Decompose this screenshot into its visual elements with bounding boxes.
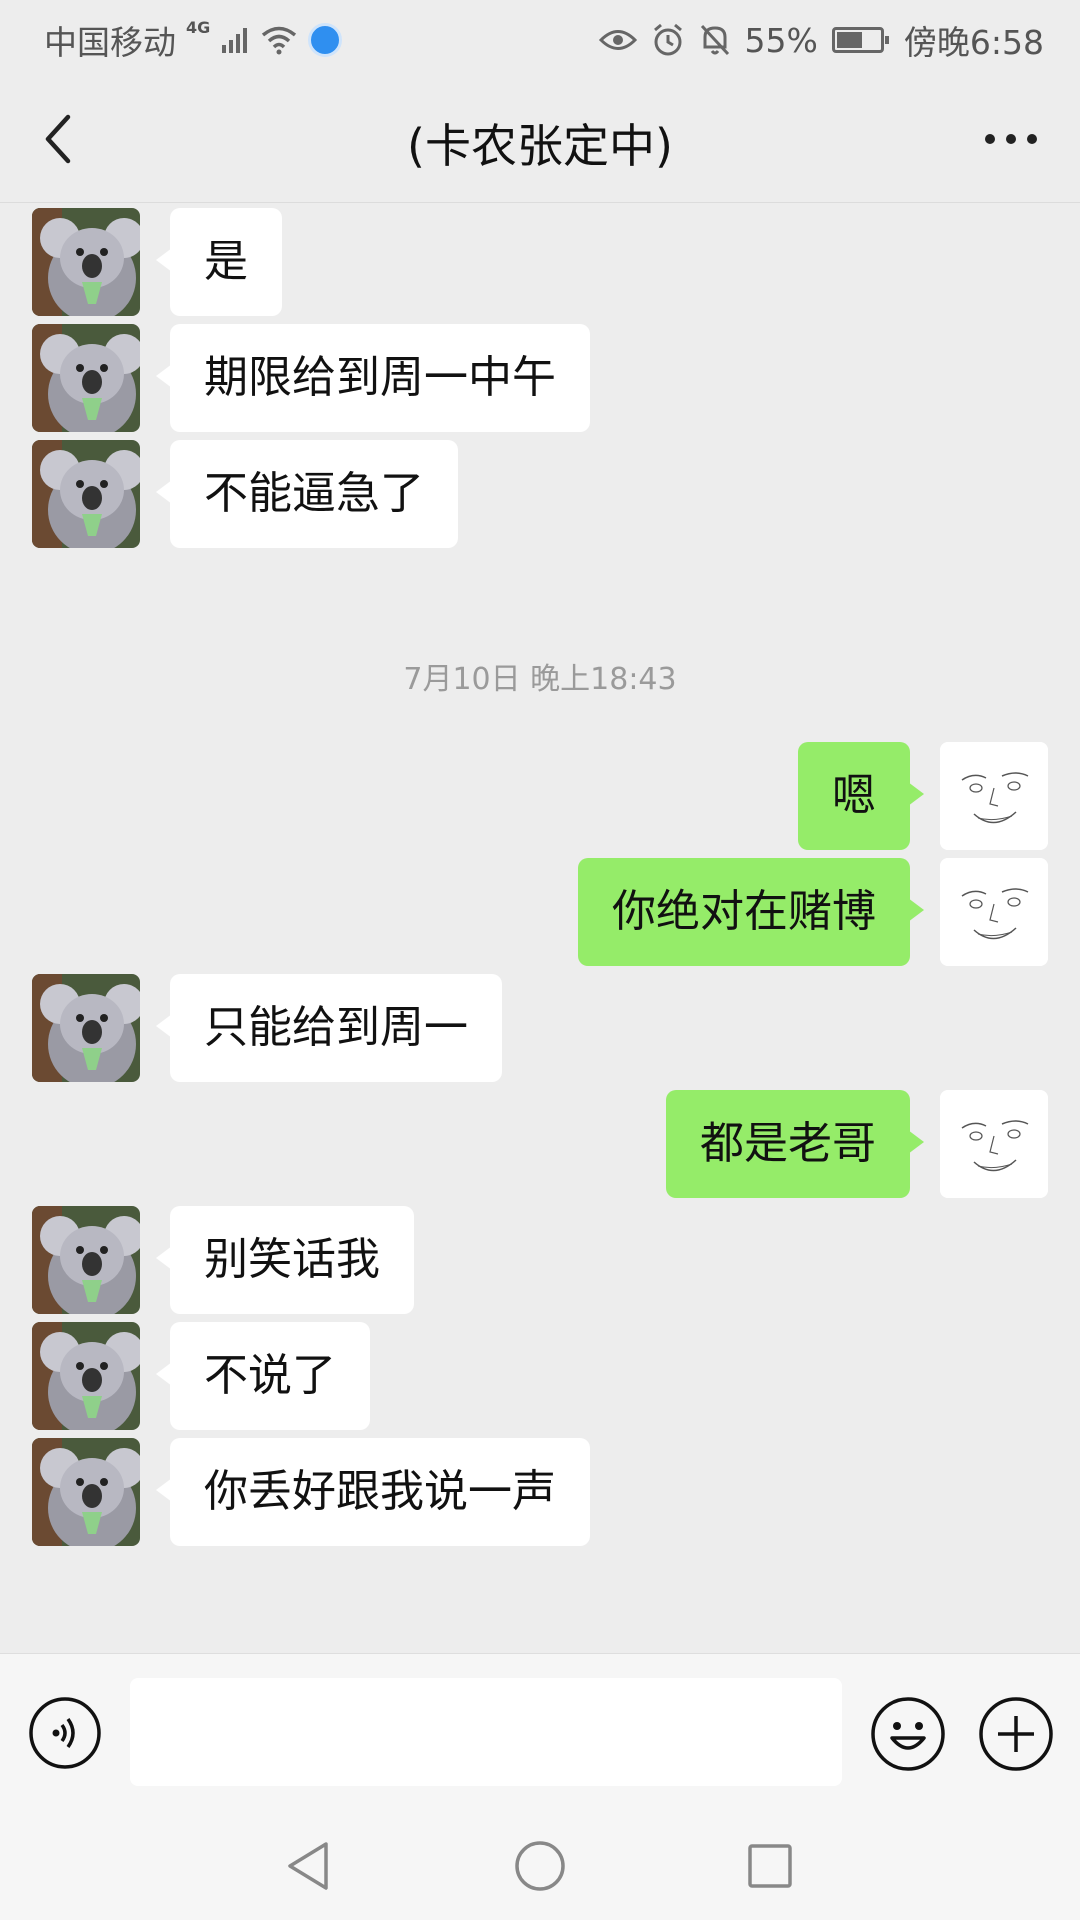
status-bar: 中国移动 4G 55% 傍晚6:58: [0, 0, 1080, 76]
battery-icon: [831, 27, 889, 53]
message-bubble[interactable]: 期限给到周一中午: [156, 324, 590, 432]
title-bar: (卡农张定中): [0, 76, 1080, 203]
message-row: 不说了: [0, 1319, 1080, 1430]
message-row: 别笑话我: [0, 1203, 1080, 1314]
status-left: 中国移动 4G: [44, 16, 343, 64]
koala-avatar[interactable]: [32, 440, 140, 548]
chat-title: (卡农张定中): [407, 119, 673, 173]
koala-avatar[interactable]: [32, 1322, 140, 1430]
koala-avatar[interactable]: [32, 324, 140, 432]
message-bubble[interactable]: 别笑话我: [156, 1206, 414, 1314]
triangle-back-icon: [288, 1842, 328, 1890]
circle-home-icon: [515, 1841, 565, 1891]
more-dots-icon: [985, 134, 1037, 144]
eye-icon: [598, 27, 637, 53]
more-actions-button[interactable]: [978, 1696, 1054, 1772]
koala-avatar[interactable]: [32, 1438, 140, 1546]
message-input[interactable]: [130, 1678, 842, 1786]
sketch-face-avatar[interactable]: [940, 742, 1048, 850]
network-type: 4G: [186, 18, 211, 37]
voice-button[interactable]: [28, 1696, 102, 1770]
message-bubble[interactable]: 你丢好跟我说一声: [156, 1438, 590, 1546]
message-row: 期限给到周一中午: [0, 321, 1080, 432]
message-row: 只能给到周一: [0, 971, 1080, 1082]
nav-home-button[interactable]: [512, 1838, 568, 1894]
browser-app-icon: [308, 23, 343, 57]
carrier-name: 中国移动: [44, 23, 176, 62]
square-recents-icon: [748, 1844, 792, 1888]
message-row: 嗯: [0, 739, 1080, 850]
message-bubble[interactable]: 是: [156, 208, 282, 316]
message-list[interactable]: 是 期限给到周一中午 不能逼急了 7月10日 晚上18:43 嗯 你绝对在赌博 …: [0, 203, 1080, 1653]
koala-avatar[interactable]: [32, 974, 140, 1082]
message-row: 你绝对在赌博: [0, 855, 1080, 966]
wifi-icon: [260, 25, 298, 55]
nav-back-button[interactable]: [282, 1838, 338, 1894]
message-bubble[interactable]: 嗯: [798, 742, 924, 850]
sketch-face-avatar[interactable]: [940, 858, 1048, 966]
koala-avatar[interactable]: [32, 1206, 140, 1314]
sketch-face-avatar[interactable]: [940, 1090, 1048, 1198]
message-bubble[interactable]: 都是老哥: [666, 1090, 924, 1198]
nav-recents-button[interactable]: [742, 1838, 798, 1894]
message-timestamp: 7月10日 晚上18:43: [403, 662, 677, 697]
mute-bell-icon: [699, 23, 731, 57]
system-nav-bar: [0, 1808, 1080, 1920]
voice-icon: [29, 1697, 101, 1769]
message-row: 是: [0, 205, 1080, 316]
more-button[interactable]: [976, 116, 1046, 162]
message-bubble[interactable]: 只能给到周一: [156, 974, 502, 1082]
koala-avatar[interactable]: [32, 208, 140, 316]
message-bubble[interactable]: 你绝对在赌博: [578, 858, 924, 966]
message-bubble[interactable]: 不能逼急了: [156, 440, 458, 548]
message-row: 你丢好跟我说一声: [0, 1435, 1080, 1546]
message-row: 都是老哥: [0, 1087, 1080, 1198]
message-row: 不能逼急了: [0, 437, 1080, 548]
status-right: 55% 傍晚6:58: [598, 16, 1044, 64]
clock: 傍晚6:58: [903, 23, 1044, 62]
plus-icon: [979, 1697, 1053, 1771]
message-bubble[interactable]: 不说了: [156, 1322, 370, 1430]
emoji-button[interactable]: [870, 1696, 946, 1772]
chat-screen: 中国移动 4G 55% 傍晚6:58 (卡农张定中) 是 期限给到周一中午 不能…: [0, 0, 1080, 1920]
emoji-icon: [871, 1697, 945, 1771]
alarm-icon: [651, 23, 685, 57]
battery-percent: 55%: [744, 20, 818, 60]
input-bar: [0, 1653, 1080, 1809]
signal-icon: [220, 25, 250, 55]
